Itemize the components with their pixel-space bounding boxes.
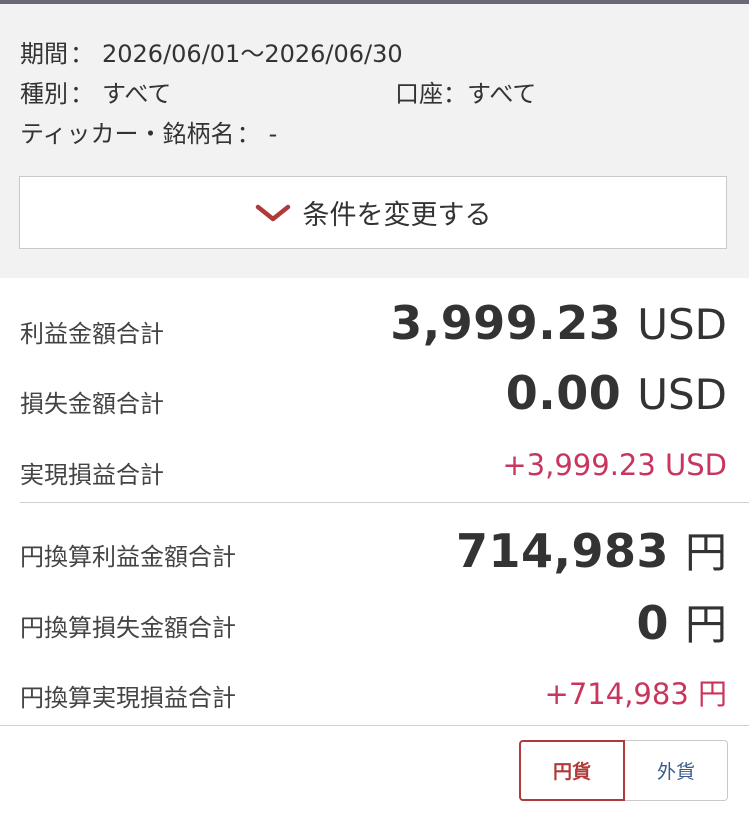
- jpy-profit-total-value: 714,983 円: [456, 519, 727, 580]
- change-conditions-label: 条件を変更する: [302, 200, 492, 231]
- change-conditions-button[interactable]: 条件を変更する: [19, 176, 727, 249]
- profit-total-amount: 3,999.23: [390, 296, 622, 350]
- loss-total-unit: USD: [637, 370, 727, 419]
- yen-currency-button[interactable]: 円貨: [519, 740, 625, 801]
- realized-total-value: +3,999.23 USD: [502, 448, 727, 482]
- type-label: 種別: [20, 80, 68, 108]
- ticker-separator: ：: [236, 120, 261, 148]
- account-separator: ：: [443, 80, 467, 108]
- jpy-profit-total-label: 円換算利益金額合計: [20, 543, 236, 571]
- jpy-realized-total-value: +714,983 円: [544, 677, 727, 711]
- jpy-loss-total-label: 円換算損失金額合計: [20, 614, 236, 642]
- type-separator: ：: [70, 80, 94, 108]
- period-row: 期間： 2026/06/01〜2026/06/30: [20, 34, 403, 69]
- period-separator: ：: [70, 40, 94, 68]
- jpy-profit-total-amount: 714,983: [455, 524, 669, 578]
- jpy-loss-total-amount: 0: [636, 596, 669, 650]
- type-row: 種別： すべて: [20, 74, 171, 109]
- account-value: すべて: [467, 80, 537, 108]
- period-value: 2026/06/01〜2026/06/30: [102, 40, 403, 68]
- filter-panel: 期間： 2026/06/01〜2026/06/30 種別： すべて 口座：すべて テ…: [0, 4, 749, 278]
- section-divider: [20, 502, 749, 503]
- ticker-row: ティッカー・銘柄名： -: [20, 114, 277, 149]
- loss-total-label: 損失金額合計: [20, 390, 164, 418]
- jpy-loss-total-value: 0円: [636, 591, 727, 652]
- profit-total-label: 利益金額合計: [20, 320, 164, 348]
- jpy-profit-total-unit: 円: [684, 528, 727, 577]
- account-row: 口座：すべて: [395, 74, 536, 109]
- profit-total-value: 3,999.23 USD: [390, 296, 727, 350]
- currency-toggle: 円貨 外貨: [519, 740, 728, 801]
- chevron-down-icon: [255, 204, 290, 221]
- account-label: 口座: [395, 80, 443, 108]
- loss-total-value: 0.00 USD: [506, 366, 727, 420]
- realized-total-label: 実現損益合計: [20, 461, 164, 489]
- ticker-value: -: [268, 120, 278, 148]
- ticker-label: ティッカー・銘柄名: [20, 120, 235, 148]
- jpy-realized-total-label: 円換算実現損益合計: [20, 684, 236, 712]
- bottom-divider: [0, 725, 749, 726]
- profit-total-unit: USD: [637, 300, 727, 349]
- period-label: 期間: [20, 40, 68, 68]
- foreign-currency-button[interactable]: 外貨: [625, 740, 728, 801]
- type-value: すべて: [102, 80, 172, 108]
- jpy-loss-total-unit: 円: [684, 600, 727, 649]
- loss-total-amount: 0.00: [505, 366, 622, 420]
